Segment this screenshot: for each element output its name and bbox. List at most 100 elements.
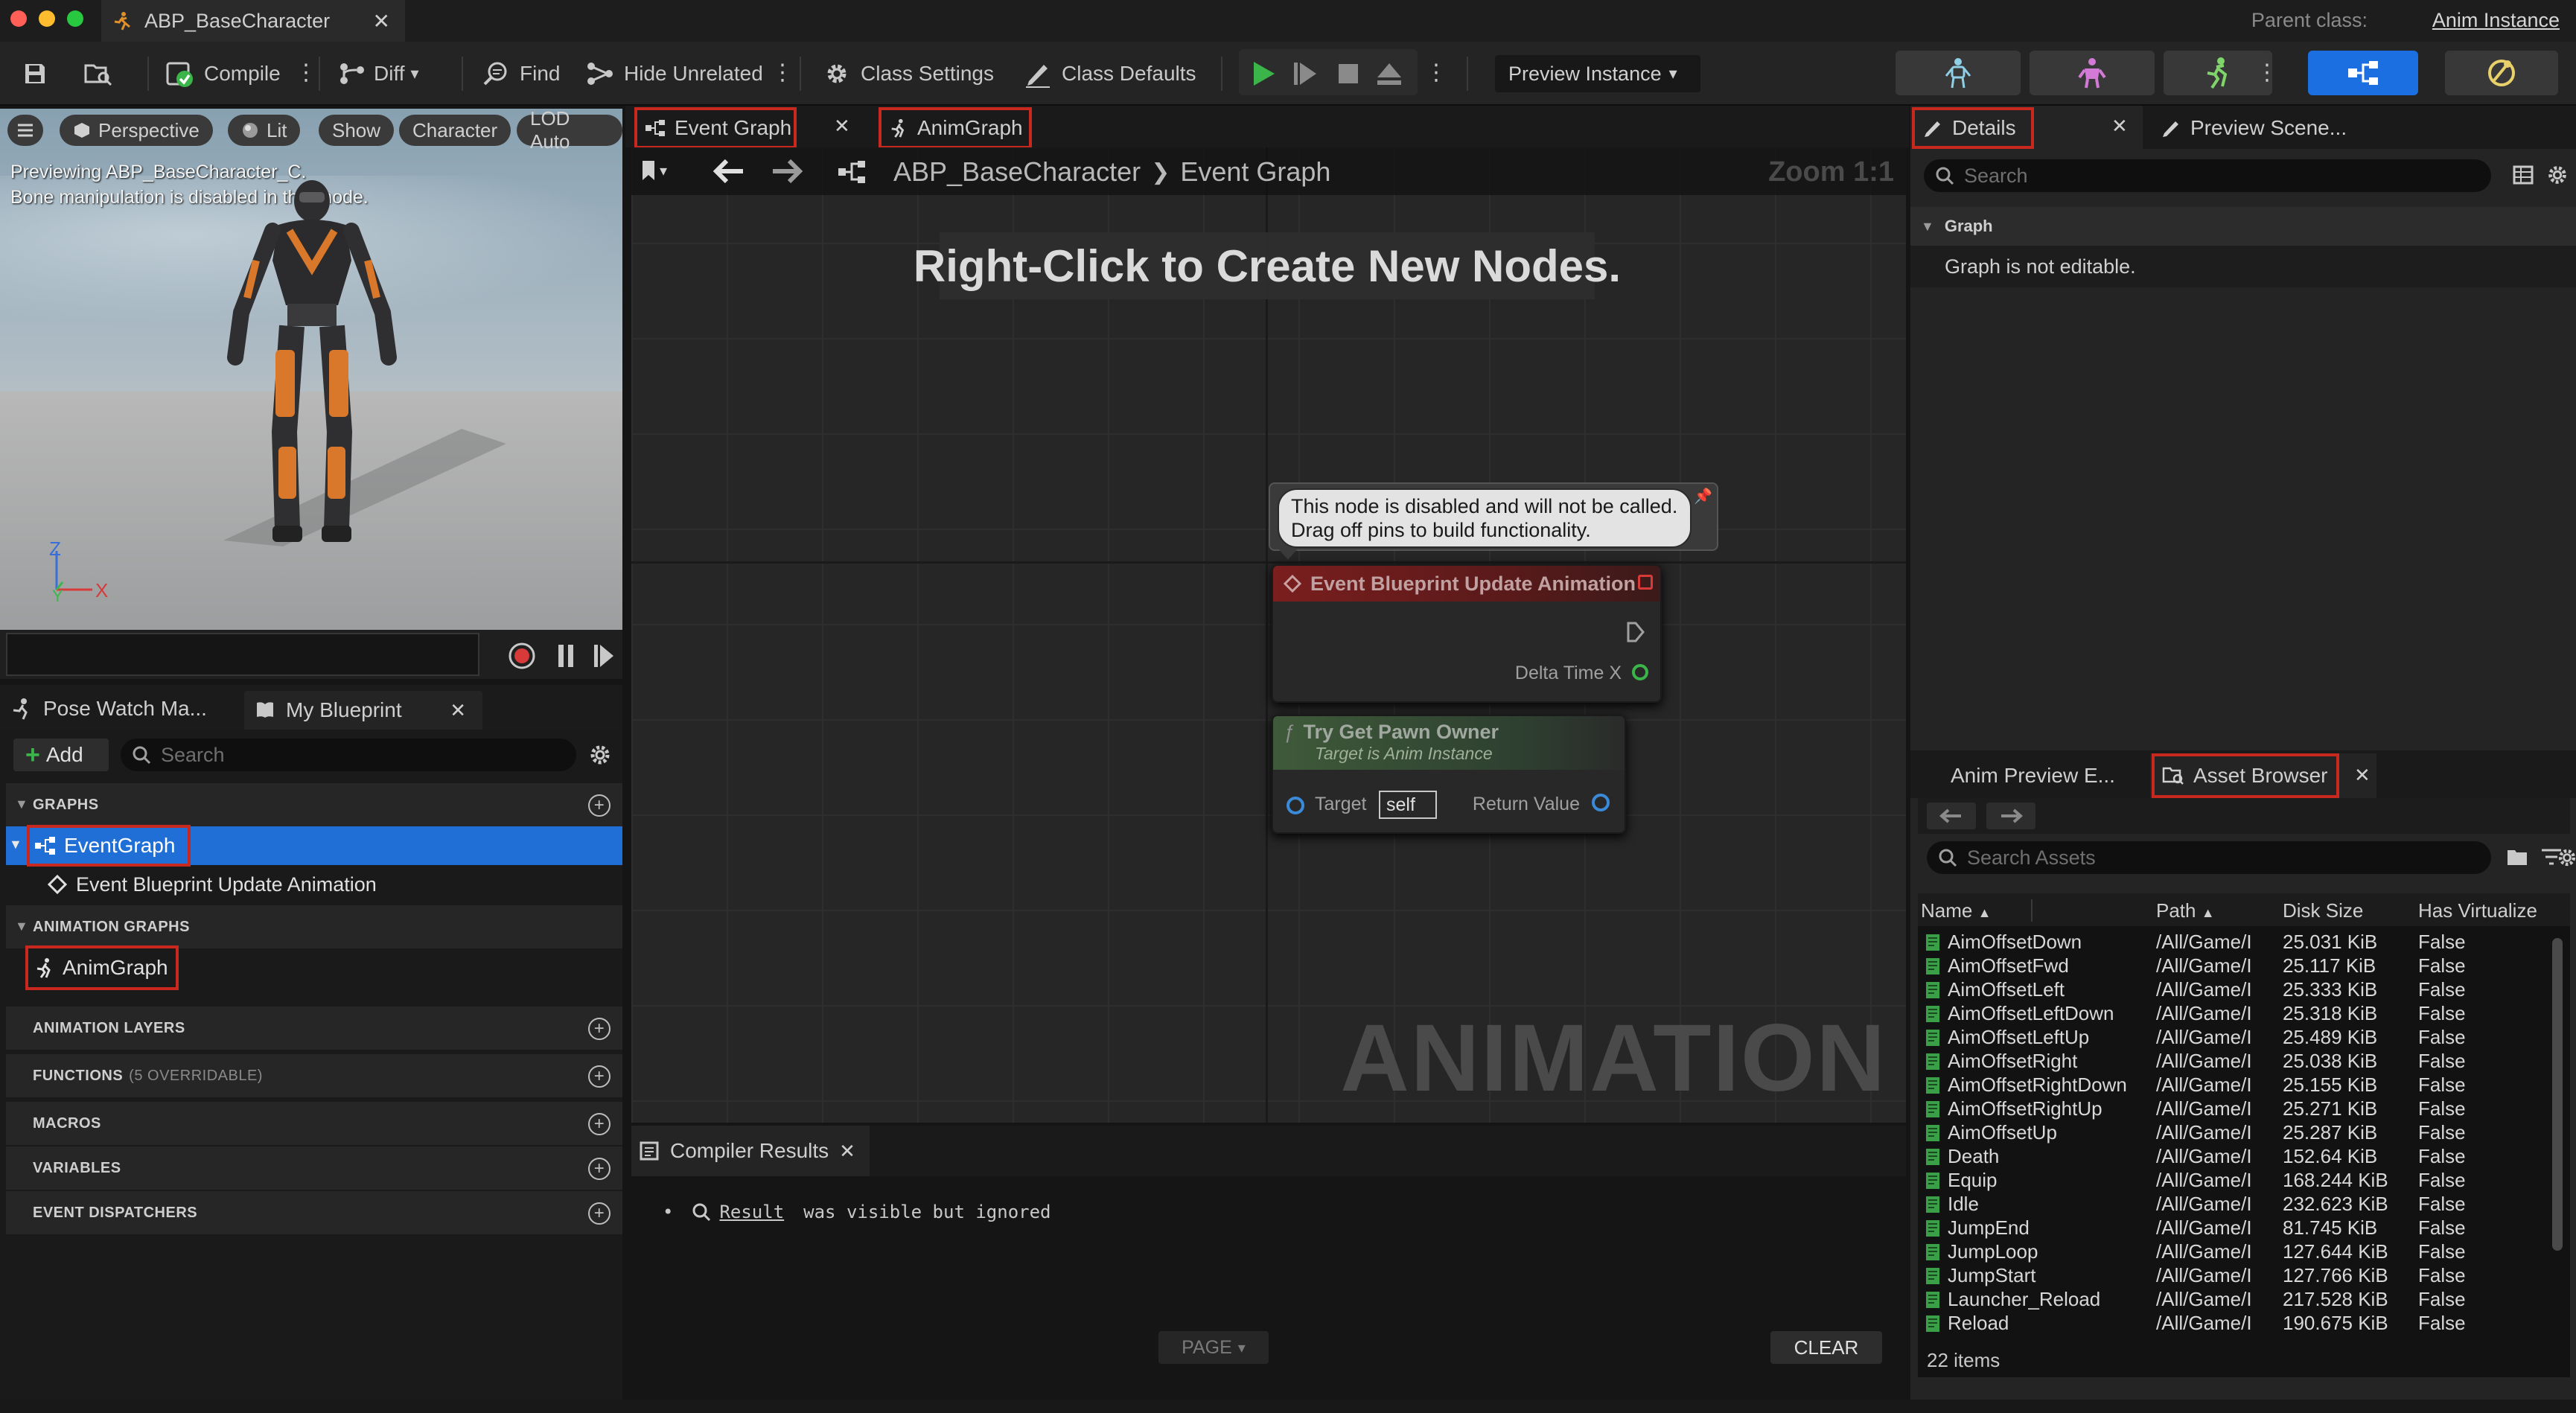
step-button[interactable] — [1292, 55, 1318, 92]
tab-preview-scene[interactable]: Preview Scene... — [2161, 109, 2347, 147]
col-disk-size[interactable]: Disk Size — [2283, 899, 2363, 922]
compile-button[interactable]: Compile — [165, 55, 281, 92]
character-button[interactable]: Character — [399, 115, 511, 146]
delegate-pin-icon[interactable] — [1638, 575, 1653, 590]
search-input[interactable]: Search — [121, 739, 576, 771]
physics-mode-button[interactable] — [2445, 51, 2558, 95]
section-macros[interactable]: MACROS + — [6, 1102, 622, 1145]
gear-icon[interactable] — [2555, 846, 2576, 870]
asset-row[interactable]: AimOffsetLeftDown/All/Game/I 25.318 KiB Fa… — [1918, 1002, 2536, 1026]
target-self-field[interactable]: self — [1379, 791, 1437, 819]
tab-asset-browser[interactable]: Asset Browser — [2152, 753, 2339, 798]
stop-button[interactable] — [1337, 55, 1359, 92]
tab-compiler-results[interactable]: Compiler Results ✕ — [631, 1126, 870, 1176]
col-path[interactable]: Path ▲ — [2156, 899, 2215, 922]
preview-viewport[interactable]: Perspective Lit Show Character LOD Auto … — [0, 109, 622, 630]
preview-instance-dropdown[interactable]: Preview Instance ▾ — [1495, 55, 1700, 92]
forward-arrow-icon[interactable] — [770, 158, 803, 185]
save-button[interactable] — [22, 55, 48, 92]
asset-row[interactable]: AimOffsetFwd/All/Game/I 25.117 KiB False — [1918, 954, 2536, 978]
zoom-window-button[interactable] — [67, 10, 83, 27]
asset-row[interactable]: JumpStart/All/Game/I 127.766 KiB False — [1918, 1264, 2536, 1288]
tree-item-animgraph[interactable]: AnimGraph — [25, 945, 179, 990]
node-event-update[interactable]: Event Blueprint Update Animation Delta T… — [1272, 564, 1662, 703]
timeline-scrubber[interactable] — [6, 633, 479, 676]
asset-row[interactable]: Death/All/Game/I 152.64 KiB False — [1918, 1145, 2536, 1169]
details-search-input[interactable]: Search — [1924, 159, 2491, 192]
comment-bubble[interactable]: This node is disabled and will not be ca… — [1269, 482, 1718, 560]
asset-row[interactable]: Launcher_Reload/All/Game/I 217.528 KiB Fal… — [1918, 1288, 2536, 1312]
tab-pose-watch[interactable]: Pose Watch Ma... — [10, 692, 207, 725]
asset-row[interactable]: AimOffsetRightUp/All/Game/I 25.271 KiB Fal… — [1918, 1097, 2536, 1121]
table-view-icon[interactable] — [2512, 164, 2534, 186]
asset-tab[interactable]: ABP_BaseCharacter ✕ — [101, 0, 405, 42]
return-pin-icon[interactable] — [1592, 794, 1610, 811]
more-options-icon[interactable]: ⋮ — [771, 60, 794, 86]
hide-unrelated-button[interactable]: Hide Unrelated — [585, 55, 763, 92]
show-button[interactable]: Show — [319, 115, 395, 146]
add-button[interactable]: + Add — [13, 739, 109, 771]
graph-canvas[interactable]: ▾ ABP_BaseCharacter ❯ Event Graph Zoom 1… — [631, 147, 1906, 1123]
class-settings-button[interactable]: Class Settings — [822, 55, 994, 92]
float-pin-icon[interactable] — [1632, 664, 1648, 680]
eject-button[interactable] — [1376, 55, 1403, 92]
asset-row[interactable]: JumpLoop/All/Game/I 127.644 KiB False — [1918, 1240, 2536, 1264]
bookmark-button[interactable]: ▾ — [640, 159, 667, 182]
tree-item-event-update[interactable]: Event Blueprint Update Animation — [48, 868, 377, 901]
asset-row[interactable]: JumpEnd/All/Game/I 81.745 KiB False — [1918, 1216, 2536, 1240]
tree-item-eventgraph[interactable]: ▼ EventGraph — [6, 825, 622, 867]
tab-event-graph[interactable]: Event Graph — [634, 107, 797, 149]
play-button[interactable] — [1251, 55, 1276, 92]
add-event-dispatcher-button[interactable]: + — [588, 1202, 610, 1225]
asset-row[interactable]: AimOffsetUp/All/Game/I 25.287 KiB False — [1918, 1121, 2536, 1145]
section-animation-graphs[interactable]: ▼ ANIMATION GRAPHS — [6, 905, 622, 948]
section-graphs[interactable]: ▼ GRAPHS + — [6, 783, 622, 826]
mesh-mode-button[interactable] — [2030, 51, 2155, 95]
step-forward-icon[interactable] — [593, 643, 615, 669]
parent-class-link[interactable]: Anim Instance — [2432, 9, 2560, 32]
asset-row[interactable]: AimOffsetLeftUp/All/Game/I 25.489 KiB Fals… — [1918, 1026, 2536, 1050]
tab-details[interactable]: Details — [1912, 107, 2034, 149]
gear-icon[interactable] — [2545, 162, 2570, 188]
asset-row[interactable]: Equip/All/Game/I 168.244 KiB False — [1918, 1169, 2536, 1193]
close-icon[interactable]: ✕ — [450, 699, 466, 722]
browse-button[interactable] — [83, 55, 113, 92]
close-icon[interactable]: ✕ — [373, 9, 390, 34]
section-event-dispatchers[interactable]: EVENT DISPATCHERS + — [6, 1191, 622, 1234]
gear-icon[interactable] — [587, 741, 613, 768]
asset-search-input[interactable]: Search Assets — [1927, 841, 2491, 874]
asset-row[interactable]: AimOffsetLeft/All/Game/I 25.333 KiB False — [1918, 978, 2536, 1002]
close-icon[interactable]: ✕ — [2111, 115, 2128, 138]
col-has-virtualized[interactable]: Has Virtualize — [2418, 899, 2537, 922]
tab-anim-preview[interactable]: Anim Preview E... — [1951, 756, 2115, 795]
section-variables[interactable]: VARIABLES + — [6, 1146, 622, 1190]
lit-button[interactable]: Lit — [228, 115, 301, 146]
close-icon[interactable]: ✕ — [2354, 764, 2371, 787]
play-options-icon[interactable]: ⋮ — [1425, 60, 1447, 86]
section-animation-layers[interactable]: ANIMATION LAYERS + — [6, 1007, 622, 1050]
pin-icon[interactable]: 📌 — [1694, 487, 1712, 505]
node-try-get-pawn-owner[interactable]: ƒ Try Get Pawn Owner Target is Anim Inst… — [1272, 715, 1626, 834]
class-defaults-button[interactable]: Class Defaults — [1023, 55, 1196, 92]
lod-button[interactable]: LOD Auto — [517, 109, 622, 153]
col-name[interactable]: Name ▲ — [1921, 899, 1991, 922]
details-section-graph[interactable]: ▼ Graph — [1910, 207, 2576, 246]
pause-icon[interactable] — [555, 643, 576, 669]
section-functions[interactable]: FUNCTIONS (5 OVERRIDABLE) + — [6, 1054, 622, 1097]
breadcrumb-root[interactable]: ABP_BaseCharacter — [893, 156, 1141, 188]
add-macro-button[interactable]: + — [588, 1113, 610, 1135]
asset-row[interactable]: AimOffsetRight/All/Game/I 25.038 KiB False — [1918, 1050, 2536, 1074]
skeleton-mode-button[interactable] — [1896, 51, 2021, 95]
back-arrow-icon[interactable] — [713, 158, 746, 185]
asset-forward-button[interactable] — [1986, 803, 2035, 829]
find-button[interactable]: Find — [481, 55, 560, 92]
diff-button[interactable]: Diff ▾ — [338, 55, 419, 92]
mode-options-icon[interactable]: ⋮ — [2256, 60, 2278, 86]
tab-animgraph[interactable]: AnimGraph — [879, 107, 1032, 149]
minimize-window-button[interactable] — [39, 10, 55, 27]
target-pin-icon[interactable] — [1287, 797, 1304, 814]
tab-my-blueprint[interactable]: My Blueprint ✕ — [244, 691, 482, 730]
blueprint-mode-button[interactable] — [2308, 51, 2418, 95]
asset-back-button[interactable] — [1927, 803, 1976, 829]
viewport-menu-button[interactable] — [7, 115, 43, 146]
